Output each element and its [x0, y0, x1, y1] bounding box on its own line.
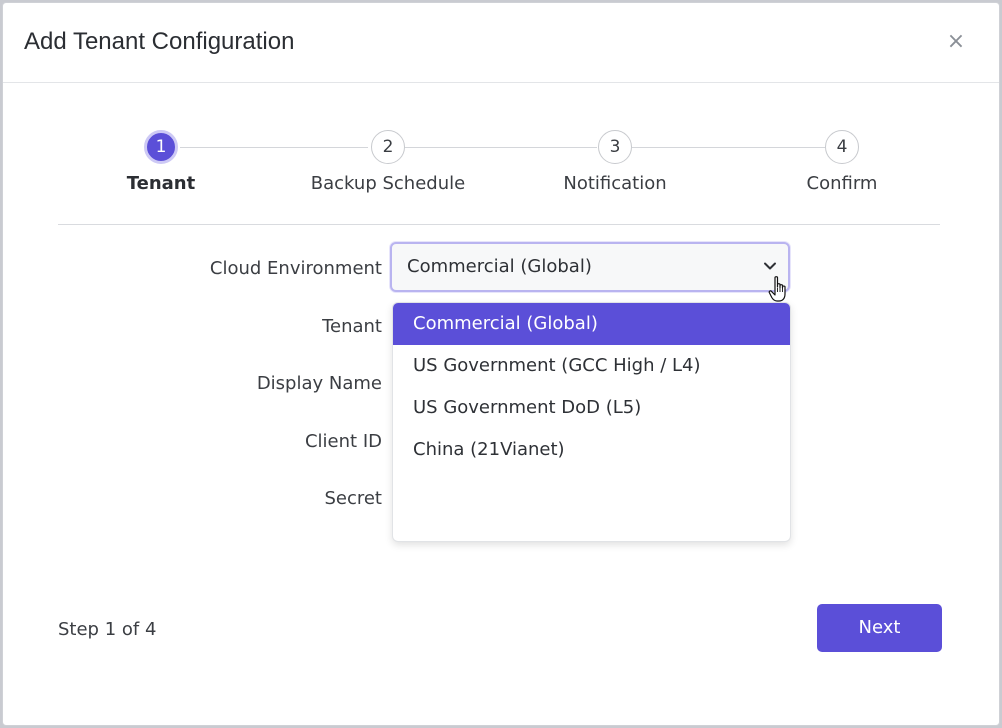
close-button[interactable]: ×: [945, 29, 967, 55]
step-label: Confirm: [806, 173, 878, 194]
step-label: Notification: [563, 173, 667, 194]
display-name-label: Display Name: [256, 373, 382, 394]
stepper: 1 Tenant 2 Backup Schedule 3 Notificatio…: [58, 128, 940, 225]
cloud-environment-dropdown: Commercial (Global) US Government (GCC H…: [392, 302, 791, 542]
step-label: Tenant: [126, 173, 196, 194]
client-id-label: Client ID: [304, 431, 382, 452]
step-number: 2: [371, 130, 405, 164]
tenant-label: Tenant: [322, 316, 382, 337]
close-icon: ×: [946, 29, 966, 54]
cloud-environment-select[interactable]: Commercial (Global): [390, 242, 790, 292]
step-number: 4: [825, 130, 859, 164]
step-number: 3: [598, 130, 632, 164]
next-button[interactable]: Next: [817, 604, 942, 652]
step-backup-schedule[interactable]: 2 Backup Schedule: [288, 128, 488, 194]
modal-title: Add Tenant Configuration: [24, 28, 295, 55]
cloud-environment-label: Cloud Environment: [209, 258, 382, 279]
step-label: Backup Schedule: [310, 173, 466, 194]
chevron-down-icon: [764, 262, 776, 270]
option-us-government-dod[interactable]: US Government DoD (L5): [393, 387, 790, 429]
hand-pointer-icon: [768, 276, 786, 302]
option-us-government-gcc-high[interactable]: US Government (GCC High / L4): [393, 345, 790, 387]
secret-label: Secret: [324, 488, 382, 509]
option-commercial-global[interactable]: Commercial (Global): [393, 303, 790, 345]
step-number: 1: [144, 130, 178, 164]
step-count: Step 1 of 4: [58, 619, 157, 640]
step-tenant[interactable]: 1 Tenant: [61, 128, 261, 194]
modal-header: Add Tenant Configuration ×: [3, 3, 999, 83]
step-notification[interactable]: 3 Notification: [515, 128, 715, 194]
select-value: Commercial (Global): [407, 256, 592, 277]
step-confirm[interactable]: 4 Confirm: [742, 128, 942, 194]
option-china-21vianet[interactable]: China (21Vianet): [393, 429, 790, 471]
